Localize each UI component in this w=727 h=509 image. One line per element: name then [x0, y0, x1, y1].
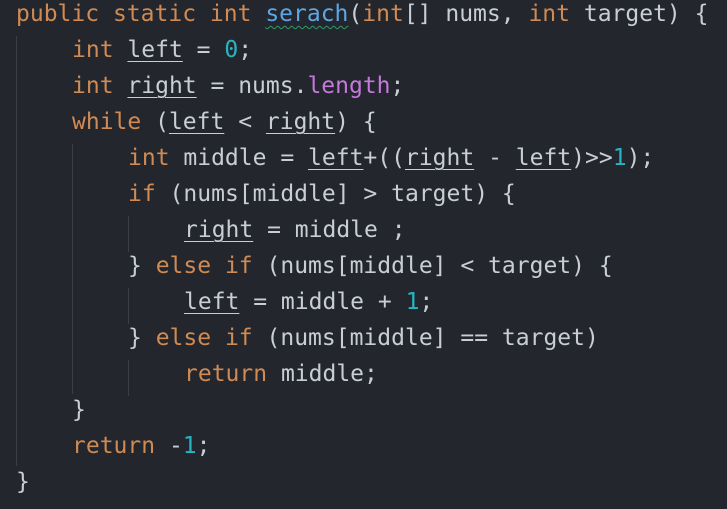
semicolon: ;	[196, 433, 211, 459]
indent-guide	[128, 288, 129, 324]
assign-op: = nums.	[196, 73, 308, 99]
code-line-4[interactable]: while (left < right) {	[72, 104, 377, 140]
method-name-serach[interactable]: serach	[265, 1, 348, 27]
code-text: middle;	[267, 361, 378, 387]
brace: }	[128, 253, 156, 279]
keyword-while: while	[72, 109, 142, 135]
code-line-6[interactable]: if (nums[middle] > target) {	[128, 176, 516, 212]
semicolon: ;	[390, 73, 405, 99]
keyword-return: return	[184, 361, 268, 387]
keyword-int: int	[128, 145, 170, 171]
number-literal: 0	[224, 37, 239, 63]
keyword-int: int	[72, 73, 114, 99]
number-literal: 1	[612, 145, 627, 171]
code-text: -	[474, 145, 516, 171]
keyword-int: int	[362, 1, 404, 27]
paren-open: (	[348, 1, 363, 27]
var-left[interactable]: left	[516, 145, 571, 171]
code-line-14[interactable]: }	[16, 464, 30, 500]
paren-open: (	[141, 109, 169, 135]
code-text: middle =	[169, 145, 309, 171]
code-line-13[interactable]: return -1;	[72, 428, 211, 464]
keyword-return: return	[72, 433, 156, 459]
semicolon: ;	[238, 37, 253, 63]
paren-close: ) {	[335, 109, 377, 135]
keyword-if: if	[224, 325, 253, 351]
indent-guide	[128, 216, 129, 252]
array-brackets: []	[403, 1, 432, 27]
var-left[interactable]: left	[308, 145, 363, 171]
number-literal: 1	[405, 289, 420, 315]
code-line-1[interactable]: public static int serach(int[] nums, int…	[16, 0, 708, 32]
param-nums: nums,	[431, 1, 529, 27]
keyword-public: public	[16, 1, 100, 27]
code-text: )>>	[571, 145, 613, 171]
code-line-10[interactable]: } else if (nums[middle] == target)	[128, 320, 599, 356]
keyword-else: else	[155, 325, 212, 351]
code-editor[interactable]: public static int serach(int[] nums, int…	[0, 0, 727, 509]
code-text: (nums[middle] < target) {	[252, 253, 613, 279]
keyword-if: if	[224, 253, 253, 279]
assign-op: =	[182, 37, 225, 63]
semicolon: ;	[419, 289, 434, 315]
code-text: );	[626, 145, 655, 171]
code-line-12[interactable]: }	[72, 392, 86, 428]
keyword-if: if	[128, 181, 156, 207]
keyword-else: else	[155, 253, 212, 279]
indent-guide	[72, 144, 73, 394]
code-line-5[interactable]: int middle = left+((right - left)>>1);	[128, 140, 654, 176]
brace: }	[16, 469, 30, 495]
number-literal: 1	[182, 433, 197, 459]
code-line-8[interactable]: } else if (nums[middle] < target) {	[128, 248, 613, 284]
indent-guide	[128, 360, 129, 396]
var-right[interactable]: right	[266, 109, 335, 135]
keyword-int: int	[72, 37, 114, 63]
var-right[interactable]: right	[405, 145, 474, 171]
code-line-11[interactable]: return middle;	[184, 356, 378, 392]
code-text: = middle ;	[253, 217, 406, 243]
brace: }	[128, 325, 156, 351]
indent-guide	[16, 36, 17, 466]
code-text: (nums[middle] > target) {	[155, 181, 516, 207]
var-left[interactable]: left	[127, 37, 182, 63]
var-left[interactable]: left	[184, 289, 239, 315]
keyword-int: int	[209, 1, 252, 27]
code-text: (nums[middle] == target)	[252, 325, 599, 351]
var-right[interactable]: right	[127, 73, 196, 99]
keyword-int: int	[528, 1, 570, 27]
var-left[interactable]: left	[169, 109, 224, 135]
code-line-7[interactable]: right = middle ;	[184, 212, 406, 248]
code-text: +((	[363, 145, 405, 171]
brace: }	[72, 397, 86, 423]
code-line-2[interactable]: int left = 0;	[72, 32, 252, 68]
property-length[interactable]: length	[307, 73, 390, 99]
code-line-9[interactable]: left = middle + 1;	[184, 284, 433, 320]
code-line-3[interactable]: int right = nums.length;	[72, 68, 404, 104]
keyword-static: static	[112, 1, 197, 27]
compare-op: <	[224, 109, 266, 135]
var-right[interactable]: right	[184, 217, 253, 243]
code-text: = middle +	[239, 289, 406, 315]
code-text: -	[155, 433, 183, 459]
param-target: target) {	[570, 1, 709, 27]
